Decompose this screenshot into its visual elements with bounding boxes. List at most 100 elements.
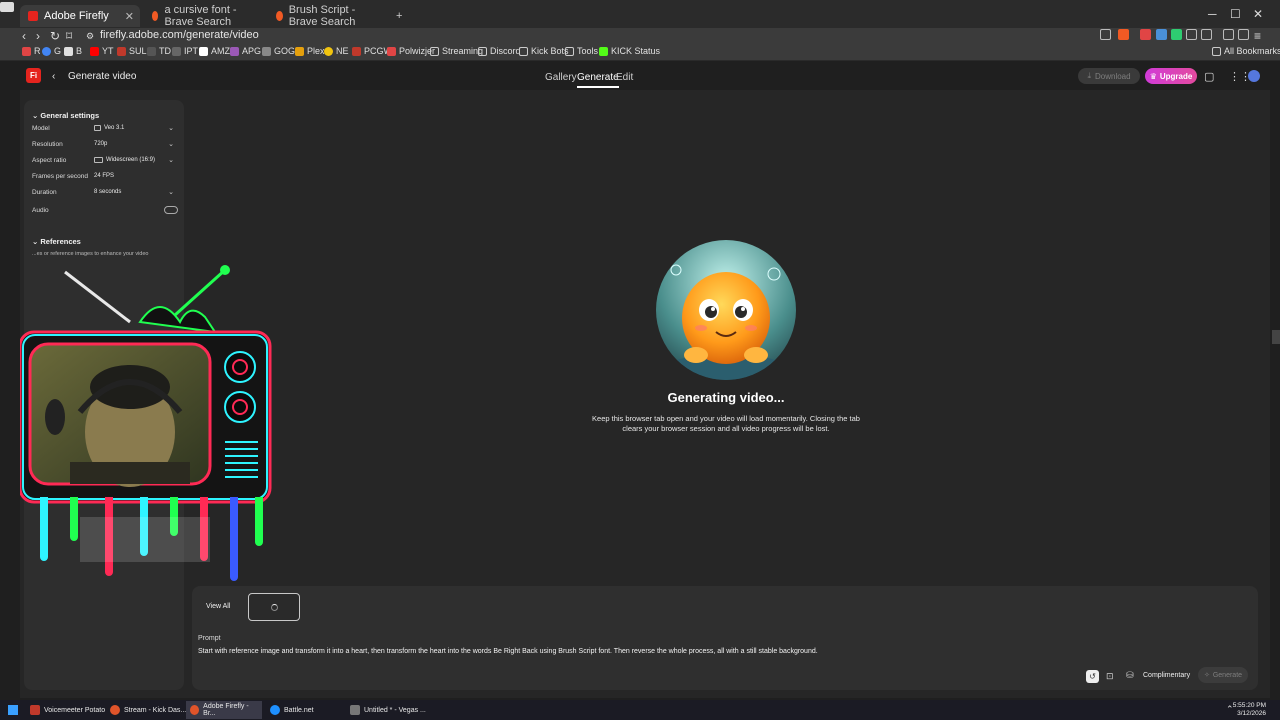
back-icon[interactable]: ‹ — [22, 28, 26, 44]
bookmark-folder[interactable]: Discord — [478, 46, 521, 56]
duration-select[interactable]: 8 seconds ⌄ — [90, 186, 176, 197]
minimize-icon[interactable]: ─ — [1208, 7, 1217, 21]
brave-icon — [110, 705, 120, 715]
all-bookmarks-folder[interactable]: All Bookmarks — [1212, 46, 1280, 56]
bookmark-folder[interactable]: Streaming — [430, 46, 483, 56]
bookmark-item[interactable]: APG — [230, 46, 261, 56]
bookmark-icon[interactable]: ⌑ — [66, 28, 72, 44]
chevron-down-icon: ⌄ — [168, 156, 174, 164]
firefly-app: Fi ‹ Generate video Gallery Generate Edi… — [20, 62, 1270, 698]
chevron-down-icon: ⌄ — [32, 237, 39, 246]
bookmark-item[interactable]: YT — [90, 46, 114, 56]
brave-favicon-icon — [152, 11, 159, 21]
upgrade-button[interactable]: ♛ Upgrade — [1145, 68, 1197, 84]
page-title: Generate video — [68, 71, 137, 82]
windows-start-icon[interactable] — [8, 705, 18, 715]
download-icon[interactable] — [1223, 29, 1234, 40]
extension-icon[interactable] — [1140, 29, 1151, 40]
menu-icon[interactable]: ≡ — [1254, 28, 1261, 44]
references-hint: ...es or reference images to enhance you… — [32, 251, 149, 257]
tab-cursive-font-search[interactable]: a cursive font - Brave Search — [144, 4, 264, 28]
generate-button[interactable]: ✧ Generate — [1198, 667, 1248, 683]
tab-brush-script-search[interactable]: Brush Script - Brave Search — [268, 4, 388, 28]
tab-generate[interactable]: Generate — [577, 72, 619, 88]
brave-icon — [190, 705, 200, 715]
credits-icon: ⛁ — [1126, 670, 1134, 680]
address-bar: ‹ › ↻ ⌑ ⚙ firefly.adobe.com/generate/vid… — [0, 28, 1280, 44]
aspect-ratio-label: Aspect ratio — [32, 157, 67, 164]
bookmark-item[interactable]: G — [42, 46, 61, 56]
audio-toggle[interactable] — [164, 206, 178, 214]
taskbar-item-vegas[interactable]: Untitled * - Vegas ... — [346, 701, 430, 719]
extension-icon[interactable] — [1171, 29, 1182, 40]
taskbar-item-kick-stream[interactable]: Stream - Kick Das... — [106, 701, 190, 719]
resolution-select[interactable]: 720p ⌄ — [90, 138, 176, 149]
generation-thumbnail[interactable] — [248, 593, 300, 621]
crown-icon: ♛ — [1149, 71, 1157, 81]
tv-knob — [224, 391, 256, 423]
bookmark-item[interactable]: Polwizjer — [387, 46, 435, 56]
forward-icon[interactable]: › — [36, 28, 40, 44]
chat-icon[interactable]: ▢ — [1204, 70, 1214, 83]
scroll-handle[interactable] — [1272, 330, 1280, 344]
bookmark-item[interactable]: R — [22, 46, 41, 56]
back-arrow-icon[interactable]: ‹ — [52, 71, 55, 82]
google-icon — [94, 124, 101, 131]
bookmark-item[interactable]: TD — [147, 46, 171, 56]
bookmark-item[interactable]: Plex — [295, 46, 325, 56]
credits-label: Complimentary — [1143, 672, 1191, 679]
firefly-logo[interactable]: Fi — [26, 68, 41, 83]
bookmark-item[interactable]: KICK Status — [599, 46, 660, 56]
bookmark-item[interactable]: PCGW — [352, 46, 392, 56]
windows-taskbar: Voicemeeter Potato Stream - Kick Das... … — [0, 700, 1280, 720]
taskbar-item-voicemeeter[interactable]: Voicemeeter Potato — [26, 701, 109, 719]
brave-shields-icon[interactable] — [1118, 29, 1129, 40]
generating-message: Keep this browser tab open and your vide… — [592, 414, 860, 433]
view-all-button[interactable]: View All — [206, 603, 230, 610]
taskbar-item-battlenet[interactable]: Battle.net — [266, 701, 318, 719]
tab-edit[interactable]: Edit — [616, 72, 633, 83]
chevron-down-icon: ⌄ — [32, 111, 39, 120]
tab-gallery[interactable]: Gallery — [545, 72, 577, 83]
taskbar-item-adobe-firefly[interactable]: Adobe Firefly - Br... — [186, 701, 262, 719]
chevron-down-icon: ⌄ — [168, 140, 174, 148]
system-clock[interactable]: 5:55:20 PM 3/12/2026 — [1233, 702, 1266, 718]
folder-icon — [1212, 46, 1221, 56]
avatar[interactable] — [1248, 70, 1260, 82]
reload-icon[interactable]: ↻ — [50, 28, 60, 44]
bookmark-folder[interactable]: Kick Bots — [519, 46, 569, 56]
prompt-input[interactable]: Start with reference image and transform… — [198, 648, 818, 655]
loading-spinner-icon — [271, 604, 278, 611]
tab-adobe-firefly[interactable]: Adobe Firefly ✕ — [20, 5, 140, 27]
puzzle-icon[interactable] — [1186, 29, 1197, 40]
aspect-ratio-select[interactable]: Widescreen (16:9) ⌄ — [90, 154, 176, 165]
general-settings-header[interactable]: ⌄ General settings — [32, 111, 99, 120]
bookmark-item[interactable]: SUL — [117, 46, 147, 56]
webcam-tv-overlay — [20, 265, 272, 581]
bookmark-item[interactable]: AMZ — [199, 46, 230, 56]
new-tab-button[interactable]: + — [388, 5, 410, 27]
tab-title: Brush Script - Brave Search — [288, 4, 356, 28]
close-window-icon[interactable]: ✕ — [1253, 7, 1263, 21]
site-info-icon[interactable]: ⚙ — [86, 28, 94, 44]
bookmark-item[interactable]: GOG — [262, 46, 295, 56]
sidebar-icon[interactable] — [1201, 29, 1212, 40]
sparkle-icon: ✧ — [1203, 672, 1210, 679]
share-icon[interactable] — [1100, 29, 1111, 40]
close-tab-icon[interactable]: ✕ — [125, 10, 134, 23]
url-field[interactable]: firefly.adobe.com/generate/video — [100, 29, 259, 41]
bookmark-item[interactable]: IPT — [172, 46, 198, 56]
fps-label: Frames per second — [32, 173, 88, 180]
bookmark-item[interactable]: B — [64, 46, 82, 56]
download-button[interactable]: ⤓ Download — [1078, 68, 1140, 84]
bookmark-item[interactable]: NE — [324, 46, 349, 56]
model-select[interactable]: Veo 3.1 ⌄ — [90, 122, 176, 133]
aspect-icon[interactable]: ⊡ — [1106, 671, 1114, 682]
extension-icon[interactable] — [1156, 29, 1167, 40]
prompt-panel: View All Prompt Start with reference ima… — [192, 586, 1258, 690]
history-icon[interactable]: ↺ — [1086, 670, 1099, 683]
maximize-icon[interactable]: ☐ — [1230, 7, 1241, 21]
references-header[interactable]: ⌄ References — [32, 237, 81, 246]
wallet-icon[interactable] — [1238, 29, 1249, 40]
bookmark-folder[interactable]: Tools — [565, 46, 598, 56]
